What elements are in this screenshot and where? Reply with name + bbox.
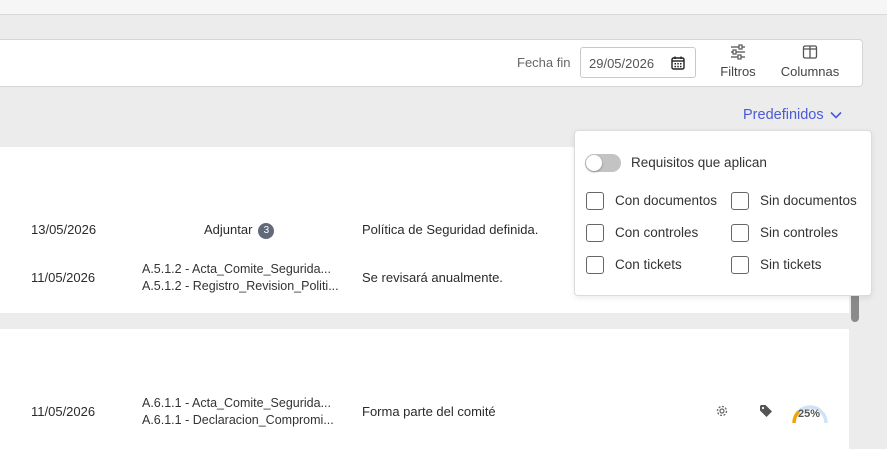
predefinidos-dropdown: Requisitos que aplican Con documentos Si…: [574, 130, 872, 296]
row-comment: Se revisará anualmente.: [362, 270, 503, 285]
top-bar: [0, 0, 887, 15]
row-comment: Forma parte del comité: [362, 404, 496, 419]
columns-icon: [802, 45, 818, 59]
con-documentos-checkbox[interactable]: [586, 192, 604, 210]
sin-tickets-label: Sin tickets: [760, 257, 822, 272]
chevron-down-icon: [830, 112, 842, 119]
tag-icon[interactable]: [759, 404, 774, 418]
con-controles-checkbox[interactable]: [586, 224, 604, 242]
sin-controles-label: Sin controles: [760, 225, 839, 240]
sin-documentos-label: Sin documentos: [760, 193, 857, 208]
calendar-icon[interactable]: [671, 56, 685, 70]
predefinidos-label: Predefinidos: [743, 107, 824, 123]
attach-button[interactable]: Adjuntar 3: [204, 222, 275, 239]
attach-count-badge: 3: [258, 222, 275, 239]
requisitos-toggle[interactable]: [585, 154, 621, 172]
document-link[interactable]: A.6.1.1 - Declaracion_Compromi...: [142, 412, 334, 429]
columnas-button[interactable]: Columnas: [776, 44, 844, 84]
row-date: 11/05/2026: [31, 270, 96, 285]
sin-controles-checkbox[interactable]: [731, 224, 749, 242]
table-group-2: [0, 329, 849, 449]
requisitos-toggle-label: Requisitos que aplican: [631, 155, 767, 170]
row-date: 11/05/2026: [31, 404, 96, 419]
con-tickets-label: Con tickets: [615, 257, 682, 272]
row-date: 13/05/2026: [31, 222, 97, 237]
toggle-knob: [586, 155, 602, 171]
document-link[interactable]: A.5.1.2 - Acta_Comite_Segurida...: [142, 261, 339, 278]
row-documents: A.6.1.1 - Acta_Comite_Segurida... A.6.1.…: [142, 395, 334, 429]
gear-icon[interactable]: [715, 404, 729, 418]
fecha-fin-label: Fecha fin: [517, 55, 571, 70]
filtros-label: Filtros: [720, 64, 756, 79]
attach-label: Adjuntar: [204, 222, 253, 237]
document-link[interactable]: A.5.1.2 - Registro_Revision_Politi...: [142, 278, 339, 295]
sliders-icon: [731, 44, 745, 60]
sin-tickets-checkbox[interactable]: [731, 256, 749, 274]
row-documents: A.5.1.2 - Acta_Comite_Segurida... A.5.1.…: [142, 261, 339, 295]
sin-documentos-checkbox[interactable]: [731, 192, 749, 210]
con-documentos-label: Con documentos: [615, 193, 718, 208]
document-link[interactable]: A.6.1.1 - Acta_Comite_Segurida...: [142, 395, 334, 412]
filtros-button[interactable]: Filtros: [715, 44, 761, 84]
progress-text: 25%: [798, 408, 821, 420]
columnas-label: Columnas: [780, 64, 840, 79]
fecha-fin-input[interactable]: 29/05/2026: [580, 47, 696, 78]
row-comment: Política de Seguridad definida.: [362, 222, 539, 237]
con-controles-label: Con controles: [615, 225, 699, 240]
predefinidos-toggle[interactable]: Predefinidos: [743, 107, 842, 123]
fecha-fin-value: 29/05/2026: [589, 56, 655, 71]
con-tickets-checkbox[interactable]: [586, 256, 604, 274]
